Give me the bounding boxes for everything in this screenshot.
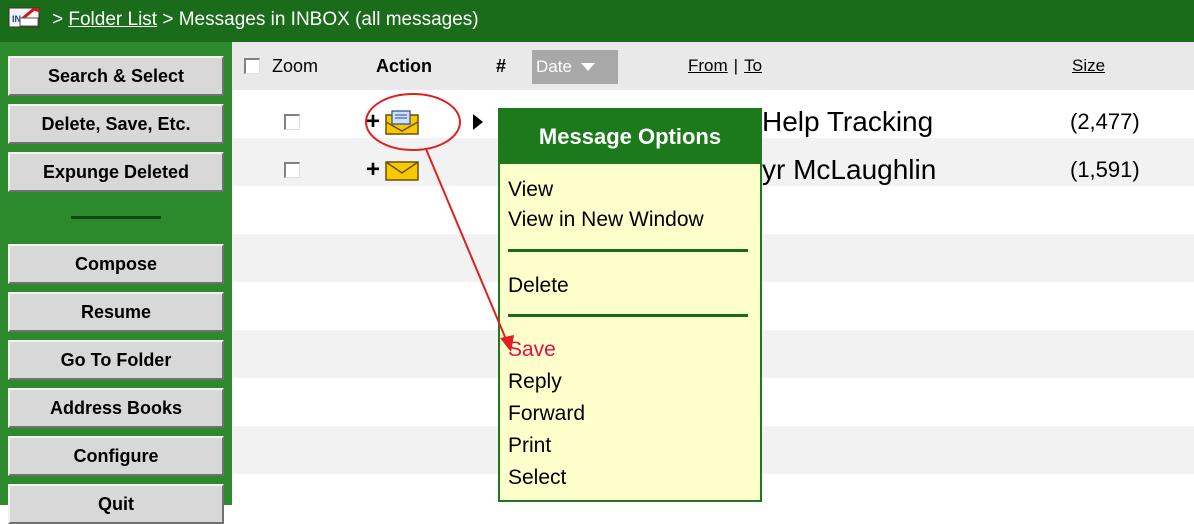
to-sort-link[interactable]: To	[744, 56, 762, 76]
menu-divider	[508, 249, 748, 252]
from-to-separator: |	[733, 56, 739, 75]
zoom-header: Zoom	[244, 42, 318, 90]
from-to-header: From | To	[688, 42, 762, 90]
title-bar: IN > Folder List > Messages in INBOX (al…	[0, 0, 1194, 42]
size-sort-link[interactable]: Size	[1072, 42, 1105, 90]
from-sort-link[interactable]: From	[688, 56, 728, 76]
envelope-icon[interactable]	[384, 146, 420, 194]
quit-label: Quit	[98, 493, 134, 514]
menu-item-view-new-window[interactable]: View in New Window	[508, 208, 704, 232]
row-expand-arrow-icon[interactable]	[472, 98, 484, 146]
compose-label: Compose	[74, 253, 157, 274]
breadcrumb-separator: >	[52, 9, 69, 30]
menu-title: Message Options	[500, 110, 760, 164]
delete-save-label: Delete, Save, Etc.	[41, 113, 191, 134]
expunge-deleted-label: Expunge Deleted	[42, 161, 190, 182]
sidebar: Search & Select Delete, Save, Etc. Expun…	[0, 42, 232, 524]
chevron-down-icon	[580, 63, 595, 71]
address-books-label: Address Books	[49, 397, 183, 418]
inbox-icon[interactable]: IN	[8, 5, 44, 29]
zoom-checkbox[interactable]	[244, 58, 260, 74]
action-header: Action	[376, 55, 432, 76]
menu-item-print[interactable]: Print	[508, 434, 551, 458]
search-select-button[interactable]: Search & Select	[8, 56, 224, 96]
message-from[interactable]: Help Tracking	[762, 98, 933, 146]
folder-list-link[interactable]: Folder List	[68, 9, 157, 30]
resume-label: Resume	[80, 301, 152, 322]
menu-item-forward[interactable]: Forward	[508, 402, 585, 426]
configure-button[interactable]: Configure	[8, 436, 224, 476]
message-size: (1,591)	[1070, 157, 1140, 182]
sidebar-divider	[8, 197, 224, 237]
menu-item-delete[interactable]: Delete	[508, 274, 569, 298]
address-books-button[interactable]: Address Books	[8, 388, 224, 428]
menu-item-view[interactable]: View	[508, 178, 553, 202]
message-options-menu: Message Options View View in New Window …	[498, 108, 762, 502]
menu-item-save[interactable]: Save	[508, 338, 556, 362]
message-select-checkbox[interactable]	[284, 146, 300, 194]
compose-button[interactable]: Compose	[8, 244, 224, 284]
expunge-deleted-button[interactable]: Expunge Deleted	[8, 152, 224, 192]
go-to-folder-button[interactable]: Go To Folder	[8, 340, 224, 380]
zoom-label: Zoom	[272, 55, 319, 76]
breadcrumb: > Folder List > Messages in INBOX (all m…	[52, 9, 479, 31]
expand-plus[interactable]: +	[366, 98, 380, 146]
open-envelope-icon[interactable]	[384, 98, 420, 146]
breadcrumb-current: > Messages in INBOX (all messages)	[157, 9, 479, 30]
size-header-label: Size	[1072, 56, 1106, 75]
configure-label: Configure	[73, 445, 159, 466]
search-select-label: Search & Select	[47, 65, 185, 86]
resume-button[interactable]: Resume	[8, 292, 224, 332]
number-header: #	[496, 55, 507, 76]
menu-item-select[interactable]: Select	[508, 466, 566, 490]
date-header-label: Date	[536, 57, 572, 76]
date-sort-header[interactable]: Date	[532, 50, 618, 84]
message-select-checkbox[interactable]	[284, 98, 300, 146]
message-from[interactable]: yr McLaughlin	[762, 146, 936, 194]
menu-item-reply[interactable]: Reply	[508, 370, 562, 394]
quit-button[interactable]: Quit	[8, 484, 224, 524]
expand-plus[interactable]: +	[366, 146, 380, 194]
go-to-folder-label: Go To Folder	[60, 349, 172, 370]
message-size: (2,477)	[1070, 109, 1140, 134]
message-list-header: Zoom Action # Date From | To Size	[232, 42, 1194, 90]
menu-divider	[508, 314, 748, 317]
delete-save-button[interactable]: Delete, Save, Etc.	[8, 104, 224, 144]
